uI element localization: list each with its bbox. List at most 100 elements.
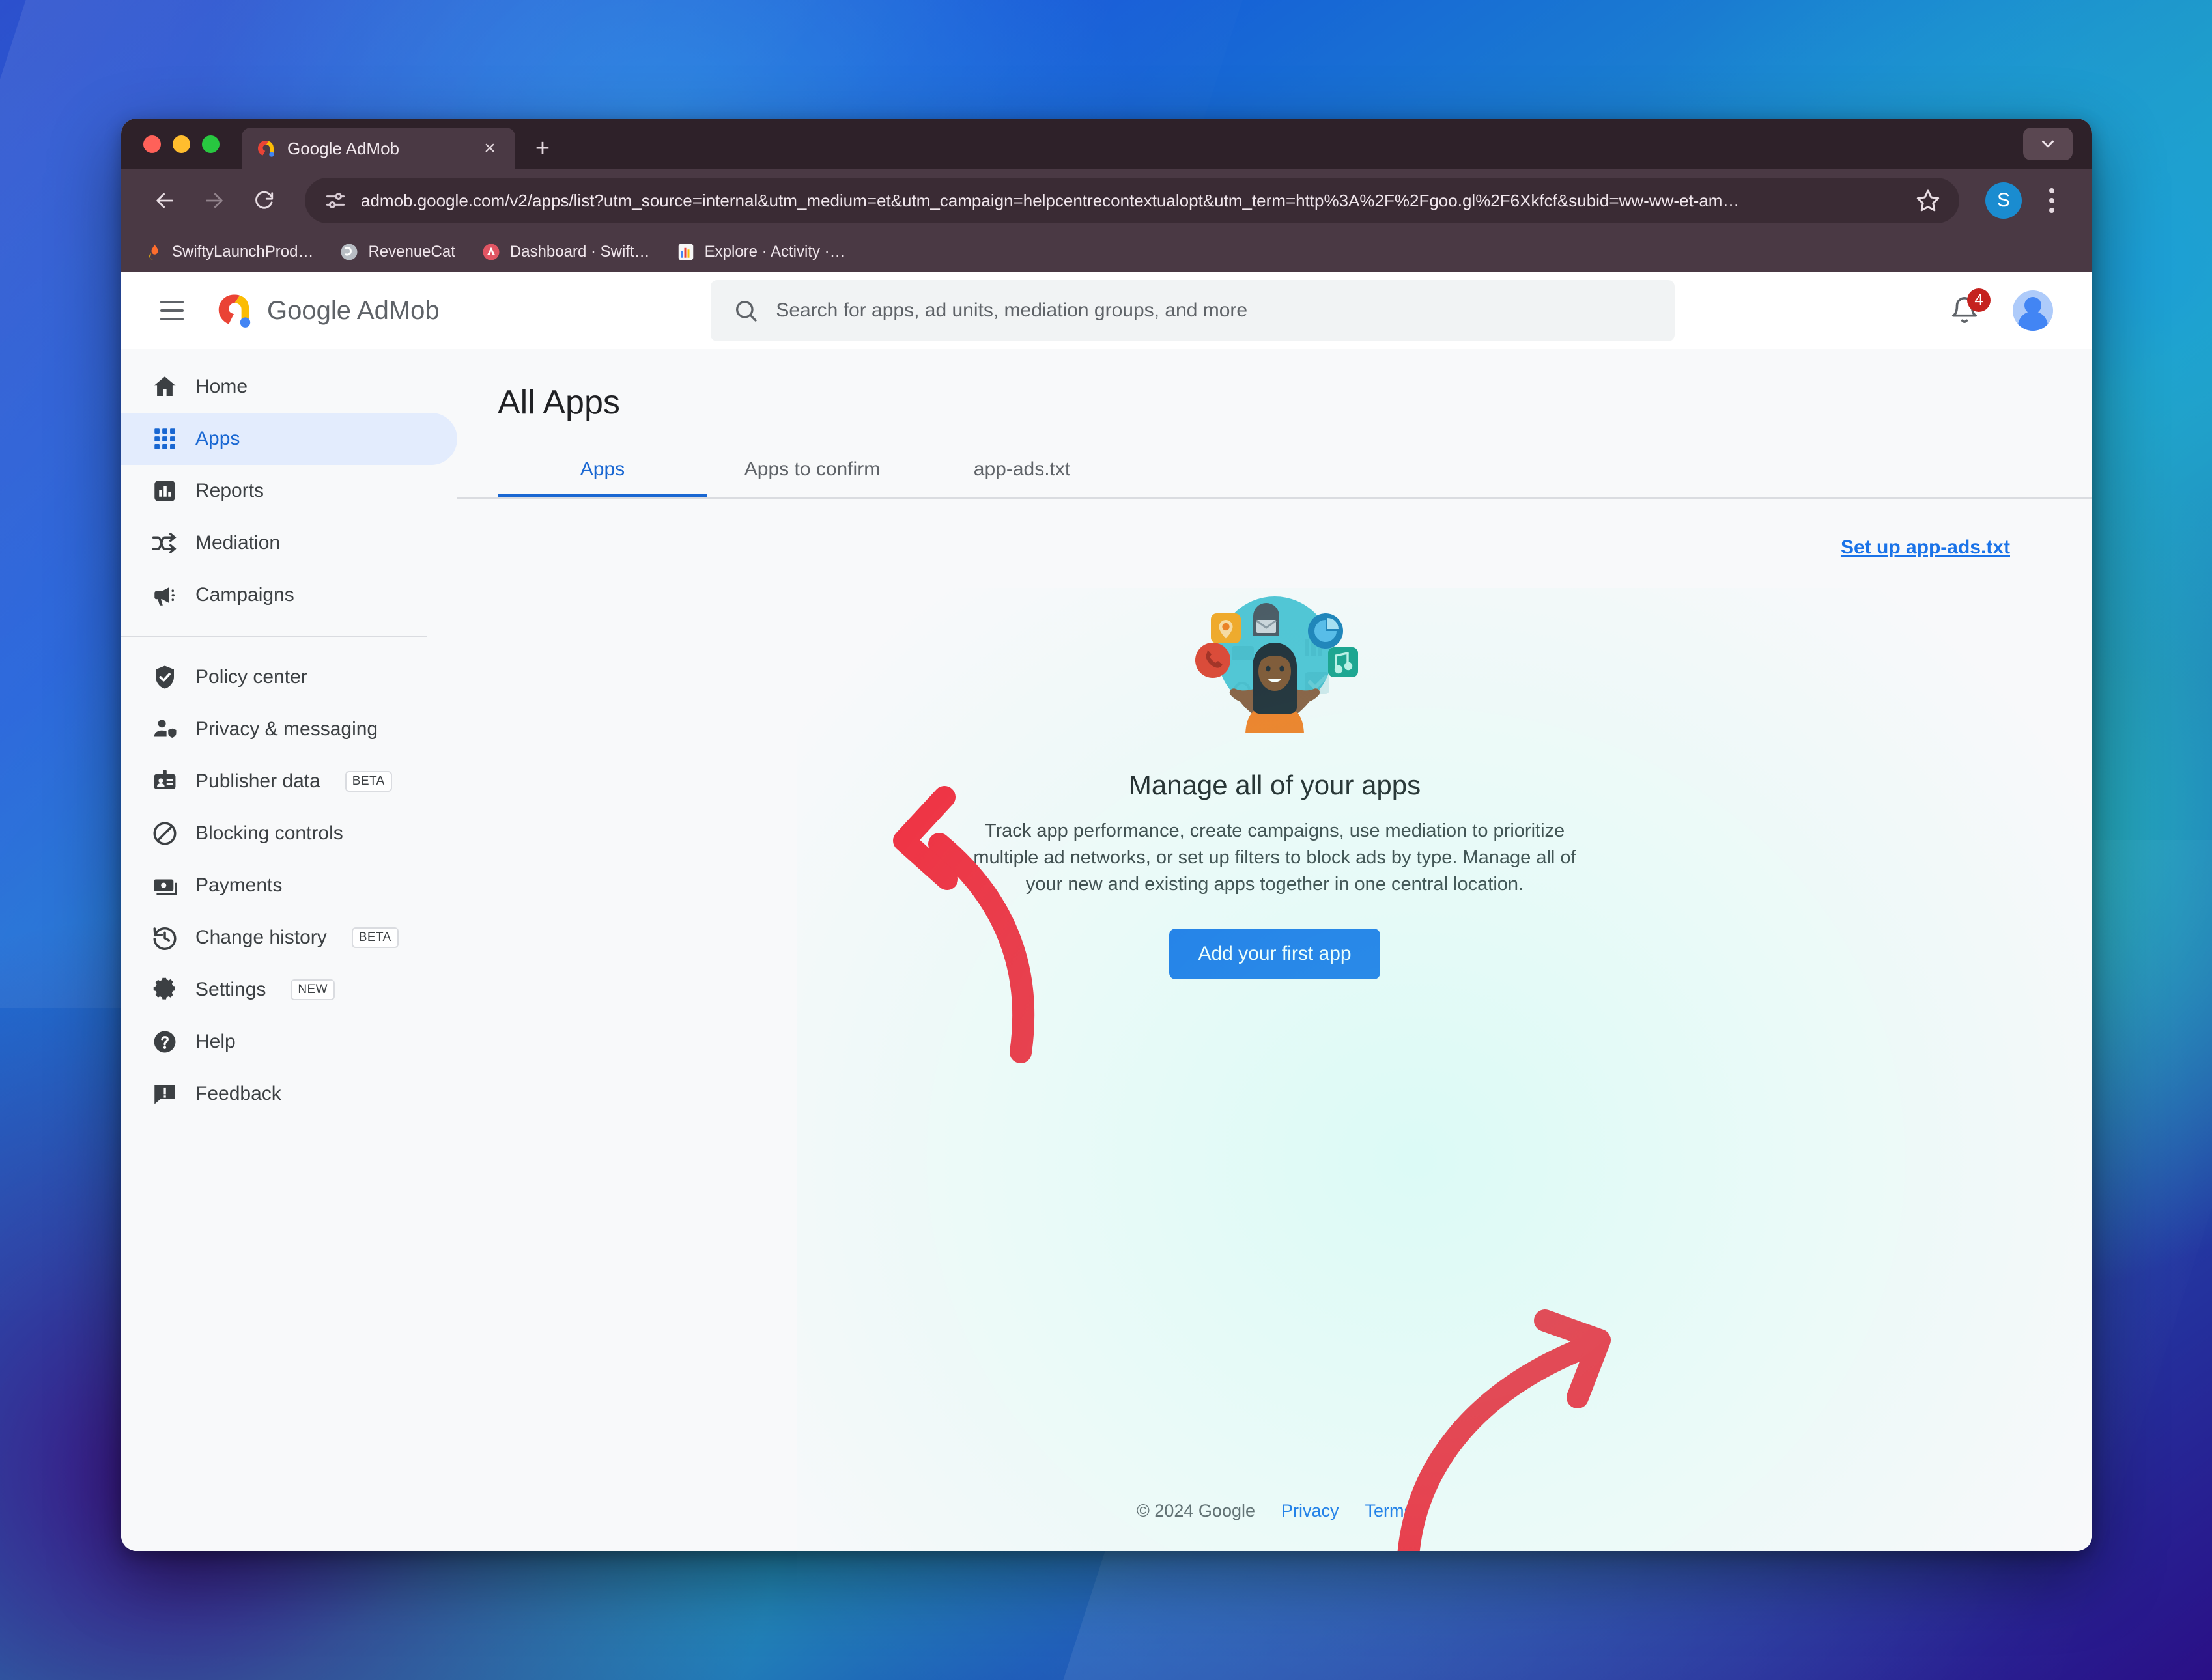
- bookmark-item[interactable]: RevenueCat: [339, 242, 455, 262]
- notifications-button[interactable]: 4: [1946, 288, 1991, 329]
- kebab-dot: [2049, 208, 2054, 213]
- setup-app-ads-txt-link[interactable]: Set up app-ads.txt: [1841, 537, 2010, 559]
- add-your-first-app-button[interactable]: Add your first app: [1169, 928, 1380, 979]
- bar-chart-icon: [151, 477, 178, 505]
- brand-name: Google AdMob: [267, 296, 440, 326]
- browser-toolbar: admob.google.com/v2/apps/list?utm_source…: [121, 169, 2092, 232]
- bookmark-label: RevenueCat: [368, 243, 455, 260]
- block-icon: [151, 820, 178, 847]
- sidebar-item-help[interactable]: Help: [121, 1016, 457, 1068]
- address-bar[interactable]: admob.google.com/v2/apps/list?utm_source…: [305, 178, 1959, 223]
- sidebar-item-settings[interactable]: Settings NEW: [121, 964, 457, 1016]
- sidebar-item-mediation[interactable]: Mediation: [121, 517, 457, 569]
- id-badge-icon: [151, 768, 178, 795]
- sidebar-item-policy-center[interactable]: Policy center: [121, 651, 457, 703]
- sidebar-item-change-history[interactable]: Change history BETA: [121, 912, 457, 964]
- phone-app-icon: [1195, 643, 1230, 678]
- person-shield-icon: [151, 716, 178, 743]
- header-actions: 4: [1946, 288, 2065, 331]
- new-tab-button[interactable]: +: [527, 133, 558, 164]
- site-settings-icon[interactable]: [323, 188, 348, 213]
- new-badge: NEW: [291, 979, 335, 1000]
- sidebar-label: Publisher data: [195, 770, 320, 792]
- sidebar-nav: Home Apps Reports Mediation Campaigns Po…: [121, 349, 457, 1551]
- sidebar-item-campaigns[interactable]: Campaigns: [121, 569, 457, 621]
- sidebar-label: Policy center: [195, 666, 307, 688]
- bookmark-item[interactable]: Dashboard · Swift…: [481, 242, 650, 262]
- back-arrow-icon: [156, 193, 173, 208]
- empty-state-description: Track app performance, create campaigns,…: [973, 820, 1576, 895]
- bookmark-label: Dashboard · Swift…: [509, 243, 650, 260]
- browser-tab[interactable]: Google AdMob ×: [242, 128, 515, 169]
- kebab-dot: [2049, 188, 2054, 193]
- sidebar-item-home[interactable]: Home: [121, 361, 457, 413]
- terms-link[interactable]: Terms: [1365, 1501, 1413, 1521]
- minimize-window-button[interactable]: [173, 135, 190, 153]
- sentry-icon: [481, 242, 501, 262]
- search-input[interactable]: Search for apps, ad units, mediation gro…: [711, 280, 1675, 341]
- music-app-icon: [1328, 647, 1358, 677]
- sidebar-label: Reports: [195, 480, 264, 501]
- tab-app-ads-txt[interactable]: app-ads.txt: [917, 452, 1127, 497]
- privacy-link[interactable]: Privacy: [1281, 1501, 1339, 1521]
- sidebar-item-apps[interactable]: Apps: [121, 413, 457, 465]
- browser-tab-title: Google AdMob: [287, 138, 400, 158]
- beta-badge: BETA: [345, 771, 392, 792]
- sidebar-label: Feedback: [195, 1083, 281, 1104]
- bookmark-label: SwiftyLaunchProd…: [172, 243, 314, 260]
- search-area: Search for apps, ad units, mediation gro…: [440, 280, 1946, 341]
- forward-button[interactable]: [193, 179, 236, 222]
- browser-menu-button[interactable]: [2034, 179, 2070, 222]
- chart-icon: [676, 242, 696, 262]
- empty-state-title: Manage all of your apps: [1128, 770, 1421, 800]
- url-text: admob.google.com/v2/apps/list?utm_source…: [361, 190, 1740, 210]
- appads-row: Set up app-ads.txt: [457, 499, 2092, 559]
- sidebar-label: Apps: [195, 428, 240, 449]
- bookmark-label: Explore · Activity ·…: [704, 243, 845, 260]
- sidebar-divider: [121, 636, 427, 637]
- sidebar-label: Home: [195, 376, 248, 397]
- admob-brand[interactable]: Google AdMob: [214, 290, 440, 331]
- close-icon[interactable]: ×: [479, 137, 501, 160]
- sidebar-item-blocking-controls[interactable]: Blocking controls: [121, 807, 457, 860]
- bookmark-star-icon[interactable]: [1915, 188, 1941, 214]
- gear-icon: [151, 976, 178, 1003]
- reload-button[interactable]: [242, 179, 285, 222]
- hamburger-line: [160, 318, 184, 320]
- home-icon: [151, 373, 178, 400]
- maximize-window-button[interactable]: [202, 135, 220, 153]
- tab-apps-to-confirm[interactable]: Apps to confirm: [707, 452, 917, 497]
- close-window-button[interactable]: [143, 135, 161, 153]
- sidebar-item-reports[interactable]: Reports: [121, 465, 457, 517]
- brand-admob: AdMob: [356, 296, 440, 325]
- notification-badge: 4: [1967, 288, 1991, 312]
- sidebar-item-feedback[interactable]: Feedback: [121, 1068, 457, 1120]
- admob-logo-icon: [214, 290, 254, 331]
- back-button[interactable]: [143, 179, 186, 222]
- hamburger-line: [160, 301, 184, 303]
- flame-icon: [143, 242, 163, 262]
- feedback-icon: [151, 1080, 178, 1108]
- admob-header: Google AdMob Search for apps, ad units, …: [121, 272, 2092, 349]
- sidebar-label: Settings: [195, 979, 266, 1000]
- apps-grid-icon: [151, 425, 178, 453]
- menu-toggle-button[interactable]: [149, 287, 195, 334]
- account-avatar[interactable]: [2013, 290, 2053, 331]
- beta-badge: BETA: [351, 927, 399, 948]
- content-tabs: Apps Apps to confirm app-ads.txt: [498, 452, 2092, 497]
- tune-icon: [326, 193, 345, 208]
- window-traffic-lights: [138, 119, 231, 169]
- shield-check-icon: [151, 664, 178, 691]
- browser-profile-avatar[interactable]: S: [1985, 182, 2022, 219]
- tab-search-button[interactable]: [2023, 128, 2073, 160]
- brand-google: Google: [267, 296, 351, 325]
- sidebar-label: Campaigns: [195, 584, 294, 606]
- sidebar-item-publisher-data[interactable]: Publisher data BETA: [121, 755, 457, 807]
- bookmark-item[interactable]: Explore · Activity ·…: [676, 242, 845, 262]
- red-curved-arrow-pointing-to-add-your-first-app-button: [1397, 1309, 1611, 1551]
- tab-apps[interactable]: Apps: [498, 452, 707, 497]
- sidebar-item-payments[interactable]: Payments: [121, 860, 457, 912]
- sidebar-label: Privacy & messaging: [195, 718, 378, 740]
- sidebar-item-privacy-messaging[interactable]: Privacy & messaging: [121, 703, 457, 755]
- bookmark-item[interactable]: SwiftyLaunchProd…: [143, 242, 313, 262]
